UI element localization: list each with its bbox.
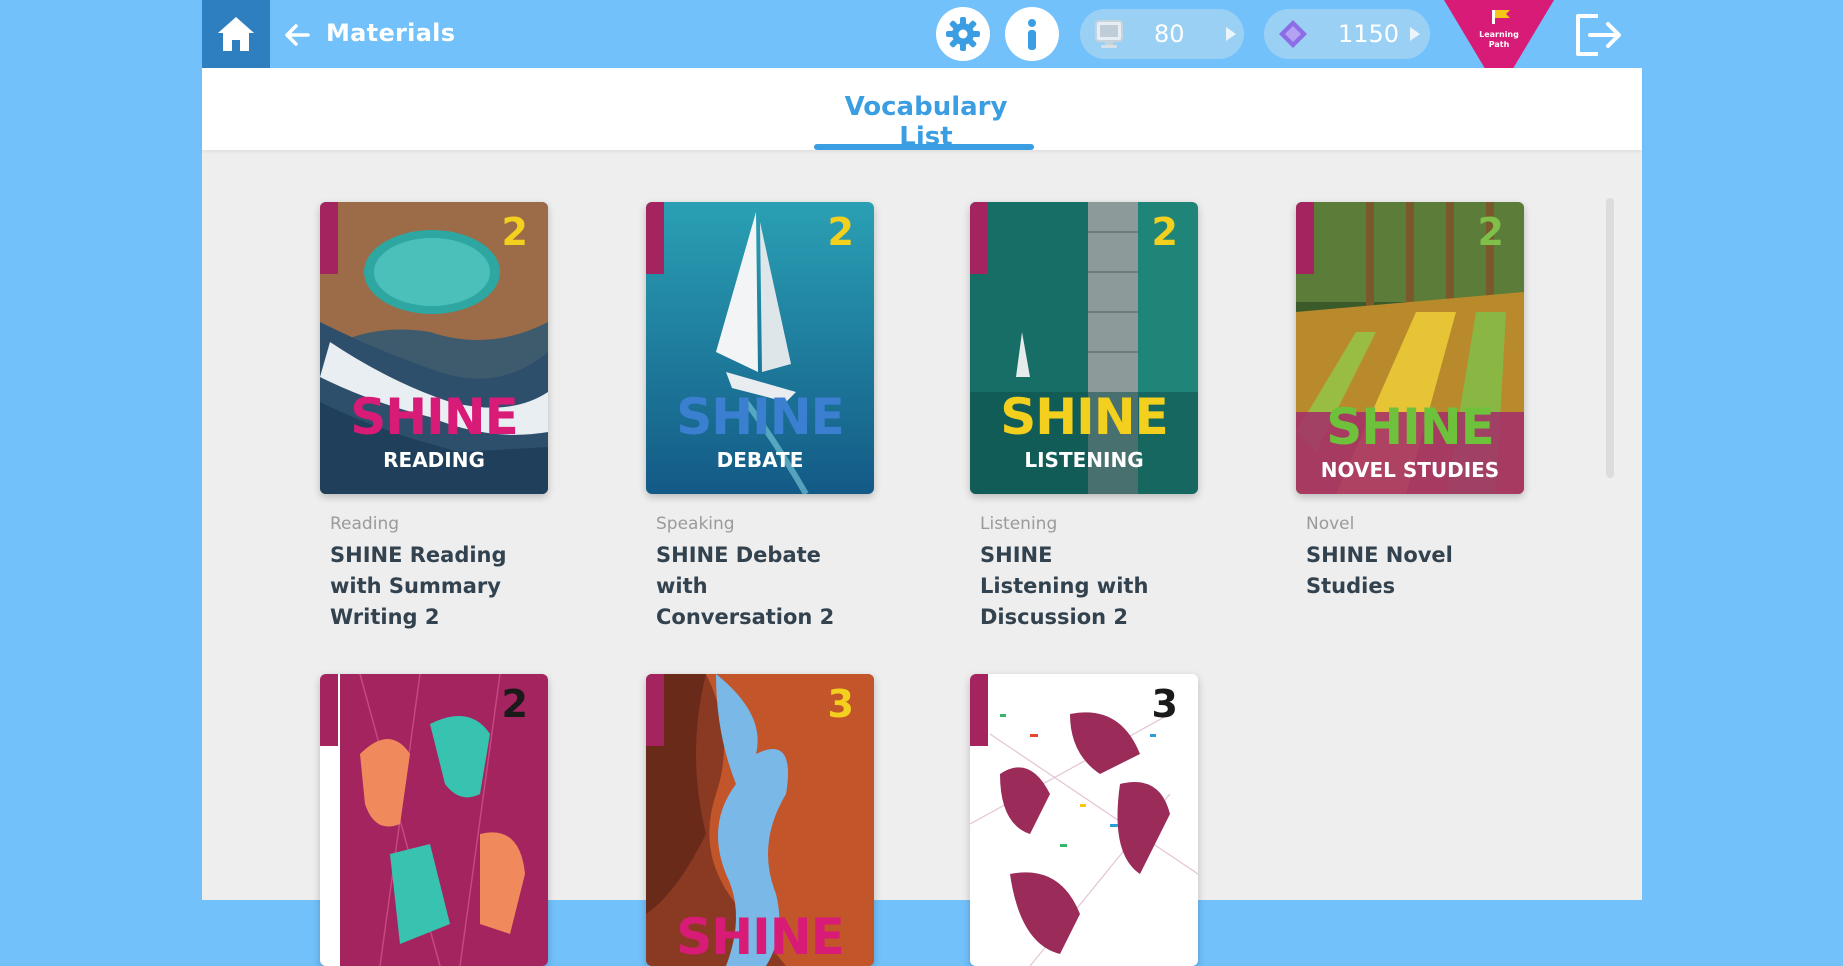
book-cover[interactable]: 2 SHINE READING [320,202,548,494]
tab-vocabulary-list[interactable]: Vocabulary List [820,92,1032,152]
back-arrow-icon [285,24,310,46]
points-counter[interactable]: 80 [1080,9,1244,59]
grade-number: 2 [827,210,854,254]
logout-icon [1576,14,1621,56]
book-title[interactable]: SHINE Listening with Discussion 2 [980,540,1160,633]
top-bar: Materials 80 1150 Learning Path [202,0,1642,92]
logout-button[interactable] [1572,12,1624,58]
play-arrow-icon [1410,27,1420,41]
brand-strip [320,202,338,274]
book-cover[interactable]: 2 SHINE LISTENING [970,202,1198,494]
page-title: Materials [326,19,456,47]
book-category: Listening [980,514,1058,534]
grade-number: 3 [1151,682,1178,726]
gem-icon [1274,15,1312,53]
cover-title: SHINE [676,388,844,446]
brand-strip [320,674,338,746]
gems-value: 1150 [1338,20,1400,48]
book-category: Novel [1306,514,1355,534]
book-category: Speaking [656,514,735,534]
info-icon [1028,19,1036,50]
grade-number: 2 [1477,210,1504,254]
book-card-5[interactable]: 2 [320,674,550,966]
cover-subtitle: DEBATE [716,448,804,472]
book-card-7[interactable]: 3 [970,674,1200,966]
grade-number: 2 [501,210,528,254]
book-cover[interactable]: 2 SHINE DEBATE [646,202,874,494]
book-cover[interactable]: 3 [970,674,1198,966]
brand-strip [646,674,664,746]
brand-strip [970,202,988,274]
cover-title: SHINE [1000,388,1168,446]
computer-icon [1090,15,1128,53]
book-title[interactable]: SHINE Reading with Summary Writing 2 [330,540,510,633]
book-cover[interactable]: 2 [320,674,548,966]
cover-subtitle: READING [383,448,485,472]
tab-bar: Vocabulary List [202,68,1642,152]
brand-strip [1296,202,1314,274]
cover-title: SHINE [350,388,518,446]
flag-icon [1492,10,1495,24]
learning-path-label: Learning Path [1479,30,1519,49]
scrollbar[interactable] [1606,198,1614,478]
home-icon [218,17,254,51]
book-card-listening[interactable]: 2 SHINE LISTENING Listening SHINE Listen… [970,202,1200,633]
book-cover[interactable]: 3 SHINE [646,674,874,966]
back-button[interactable] [282,20,312,50]
brand-strip [646,202,664,274]
home-button[interactable] [202,0,270,68]
book-card-novel-studies[interactable]: 2 SHINE NOVEL STUDIES Novel SHINE Novel … [1296,202,1526,602]
grade-number: 3 [827,682,854,726]
book-card-6[interactable]: 3 SHINE [646,674,876,966]
cover-title: SHINE [1326,398,1494,456]
book-category: Reading [330,514,400,534]
grade-number: 2 [1151,210,1178,254]
settings-gear-icon [946,17,980,51]
materials-panel: Vocabulary List 2 SHINE READING Reading … [202,68,1642,966]
points-value: 80 [1154,20,1185,48]
book-card-reading[interactable]: 2 SHINE READING Reading SHINE Reading wi… [320,202,550,633]
book-title[interactable]: SHINE Debate with Conversation 2 [656,540,836,633]
gems-counter[interactable]: 1150 [1264,9,1430,59]
cover-subtitle: LISTENING [1024,448,1144,472]
book-cover[interactable]: 2 SHINE NOVEL STUDIES [1296,202,1524,494]
book-card-debate[interactable]: 2 SHINE DEBATE Speaking SHINE Debate wit… [646,202,876,633]
brand-strip [970,674,988,746]
book-title[interactable]: SHINE Novel Studies [1306,540,1546,602]
cover-title: SHINE [676,908,844,966]
play-arrow-icon [1226,27,1236,41]
active-tab-indicator [814,144,1034,150]
info-button[interactable] [1005,7,1059,61]
settings-button[interactable] [936,7,990,61]
cover-subtitle: NOVEL STUDIES [1320,458,1500,482]
grade-number: 2 [501,682,528,726]
